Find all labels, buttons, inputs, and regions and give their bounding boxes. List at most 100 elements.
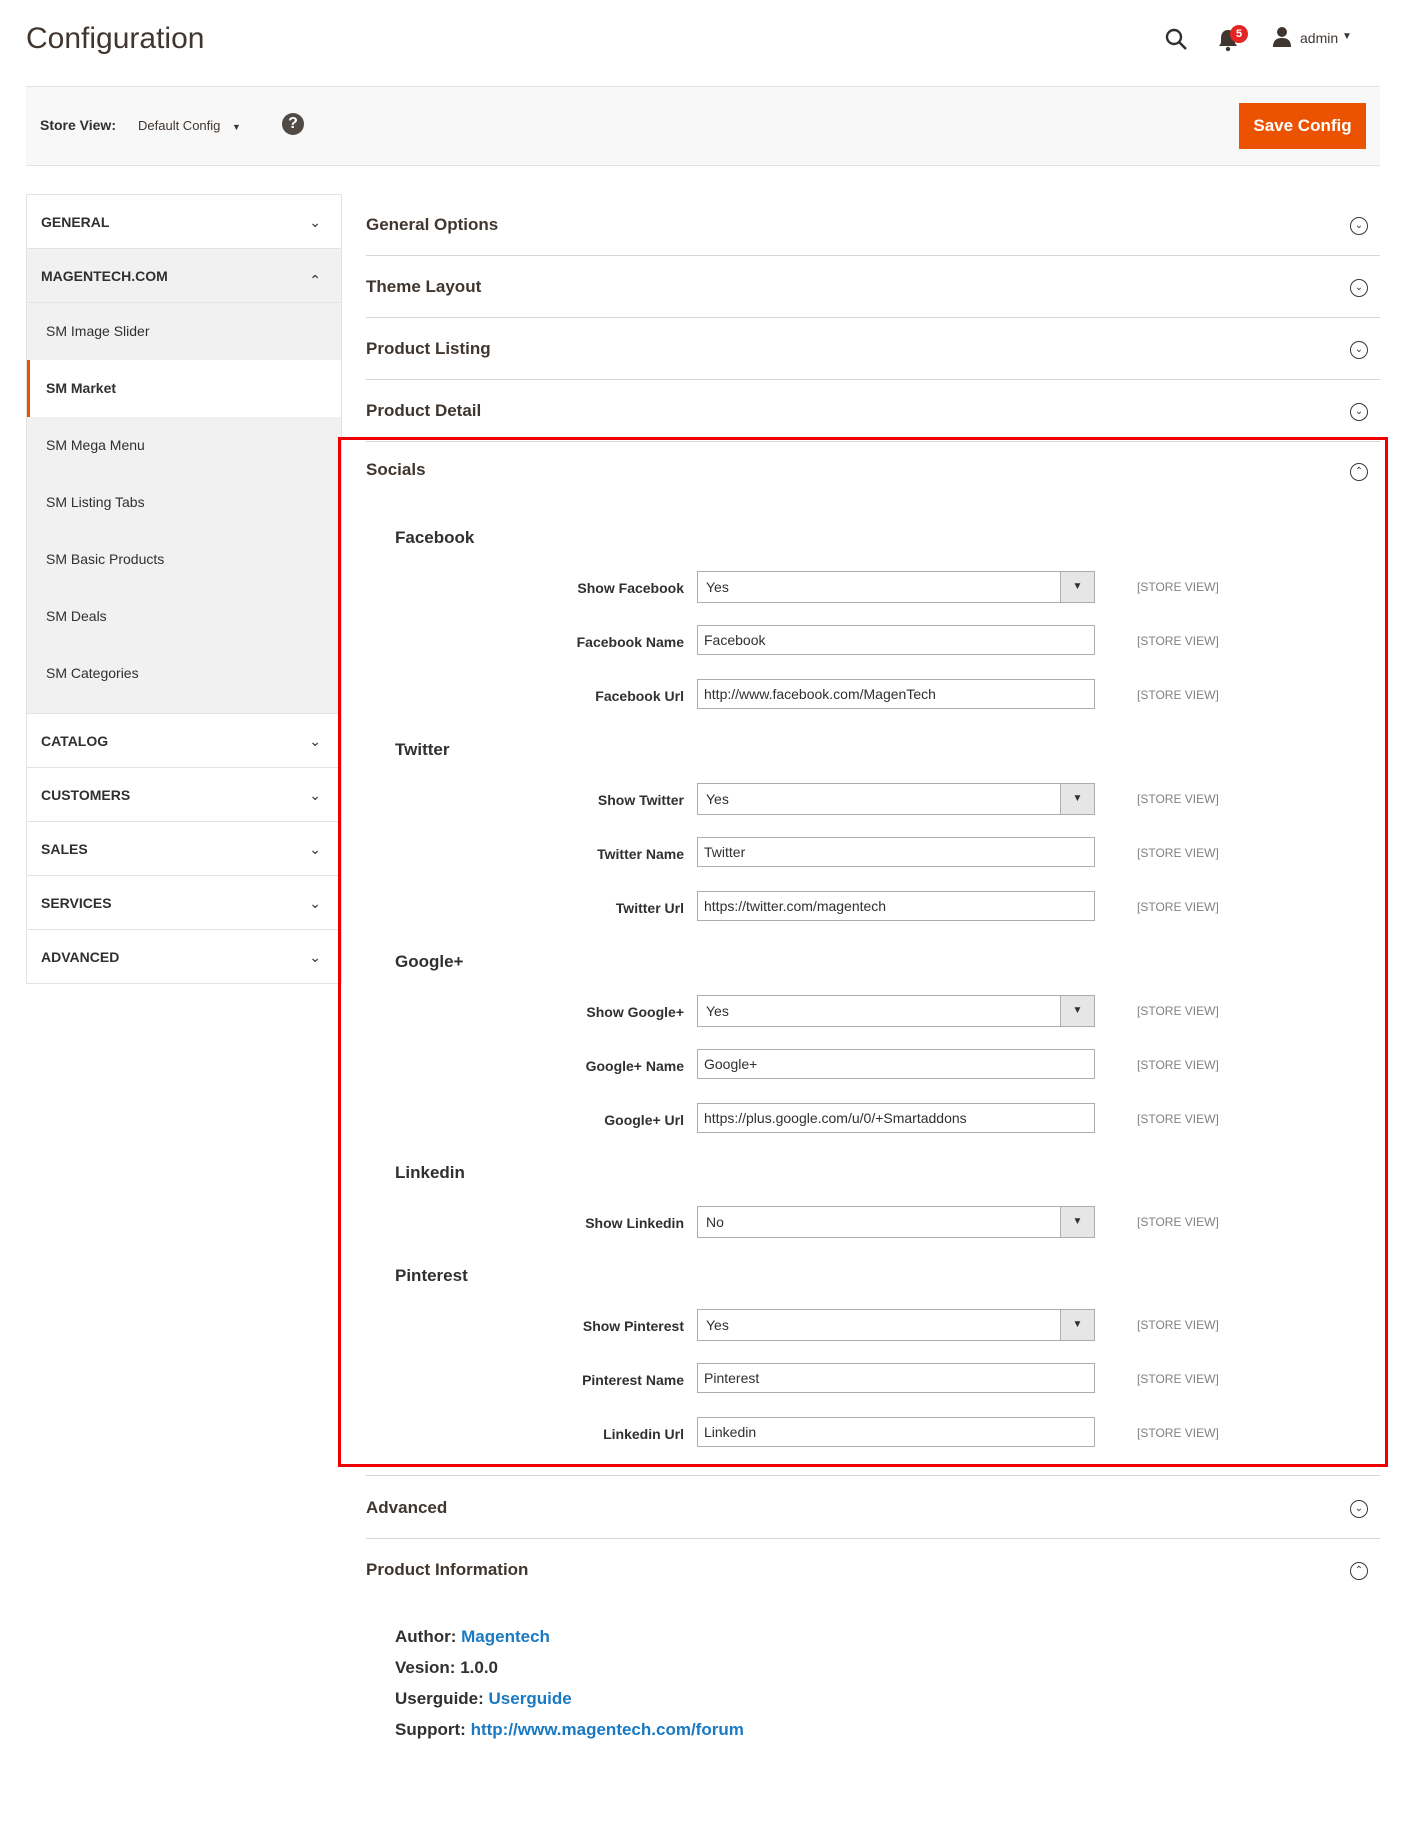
select-value: Yes bbox=[706, 1003, 729, 1019]
sidebar-section-services[interactable]: SERVICES ⌄ bbox=[27, 876, 341, 930]
group-title-linkedin: Linkedin bbox=[395, 1163, 465, 1182]
chevron-down-circle-icon: ⌄ bbox=[1350, 341, 1368, 359]
section-product-detail[interactable]: Product Detail ⌄ bbox=[366, 381, 1380, 442]
config-sidebar: GENERAL ⌄ MAGENTECH.COM ⌃ SM Image Slide… bbox=[26, 194, 342, 984]
group-title-pinterest: Pinterest bbox=[395, 1266, 468, 1285]
section-title: Product Listing bbox=[366, 339, 491, 358]
author-line: Author: Magentech bbox=[395, 1627, 550, 1647]
sidebar-item-label: SM Market bbox=[46, 380, 117, 396]
sidebar-section-label: SALES bbox=[41, 841, 88, 857]
caret-down-icon: ▼ bbox=[1060, 996, 1094, 1026]
section-product-listing[interactable]: Product Listing ⌄ bbox=[366, 319, 1380, 380]
caret-down-icon: ▼ bbox=[1060, 572, 1094, 602]
caret-down-icon: ▼ bbox=[1060, 1310, 1094, 1340]
chevron-down-icon: ⌄ bbox=[309, 733, 321, 749]
scope-label: [STORE VIEW] bbox=[1137, 1058, 1219, 1072]
support-link[interactable]: http://www.magentech.com/forum bbox=[471, 1720, 744, 1739]
sidebar-item-label: SM Categories bbox=[46, 665, 139, 681]
sidebar-item-sm-deals[interactable]: SM Deals bbox=[27, 588, 341, 645]
facebook-url-input[interactable]: http://www.facebook.com/MagenTech bbox=[697, 679, 1095, 709]
version-label: Vesion: bbox=[395, 1658, 456, 1677]
show-facebook-select[interactable]: Yes ▼ bbox=[697, 571, 1095, 603]
select-value: Yes bbox=[706, 791, 729, 807]
field-label: Show Google+ bbox=[586, 1004, 684, 1020]
userguide-label: Userguide: bbox=[395, 1689, 484, 1708]
field-label: Google+ Name bbox=[585, 1058, 684, 1074]
section-product-information[interactable]: Product Information ⌃ bbox=[366, 1540, 1380, 1600]
sidebar-section-catalog[interactable]: CATALOG ⌄ bbox=[27, 714, 341, 768]
user-icon[interactable] bbox=[1272, 26, 1292, 48]
support-line: Support: http://www.magentech.com/forum bbox=[395, 1720, 744, 1740]
sidebar-item-sm-image-slider[interactable]: SM Image Slider bbox=[27, 303, 341, 360]
show-google-plus-select[interactable]: Yes ▼ bbox=[697, 995, 1095, 1027]
chevron-down-icon: ⌄ bbox=[309, 214, 321, 230]
twitter-name-input[interactable]: Twitter bbox=[697, 837, 1095, 867]
scope-label: [STORE VIEW] bbox=[1137, 580, 1219, 594]
section-socials[interactable]: Socials ⌃ bbox=[366, 460, 1380, 486]
store-view-switcher[interactable]: Default Config ▼ bbox=[138, 118, 241, 133]
caret-down-icon: ▼ bbox=[1060, 1207, 1094, 1237]
show-twitter-select[interactable]: Yes ▼ bbox=[697, 783, 1095, 815]
page-title: Configuration bbox=[26, 22, 205, 55]
chevron-up-circle-icon: ⌃ bbox=[1350, 1562, 1368, 1580]
field-label: Facebook Url bbox=[595, 688, 684, 704]
field-label: Twitter Url bbox=[615, 900, 684, 916]
section-title: Product Detail bbox=[366, 401, 482, 420]
linkedin-url-input[interactable]: Linkedin bbox=[697, 1417, 1095, 1447]
sidebar-section-customers[interactable]: CUSTOMERS ⌄ bbox=[27, 768, 341, 822]
sidebar-item-sm-basic-products[interactable]: SM Basic Products bbox=[27, 531, 341, 588]
scope-label: [STORE VIEW] bbox=[1137, 900, 1219, 914]
field-label: Show Twitter bbox=[597, 792, 684, 808]
sidebar-item-sm-categories[interactable]: SM Categories bbox=[27, 645, 341, 714]
chevron-down-icon: ⌄ bbox=[309, 787, 321, 803]
sidebar-section-label: SERVICES bbox=[41, 895, 112, 911]
sidebar-section-label: CATALOG bbox=[41, 733, 109, 749]
caret-down-icon: ▼ bbox=[1060, 784, 1094, 814]
field-label: Show Facebook bbox=[577, 580, 684, 596]
sidebar-item-sm-mega-menu[interactable]: SM Mega Menu bbox=[27, 417, 341, 474]
author-link[interactable]: Magentech bbox=[461, 1627, 550, 1646]
section-title: Theme Layout bbox=[366, 277, 482, 296]
google-plus-url-input[interactable]: https://plus.google.com/u/0/+Smartaddons bbox=[697, 1103, 1095, 1133]
user-name[interactable]: admin bbox=[1300, 30, 1338, 46]
version-value: 1.0.0 bbox=[460, 1658, 499, 1677]
sidebar-section-magentech[interactable]: MAGENTECH.COM ⌃ bbox=[27, 249, 341, 303]
scope-label: [STORE VIEW] bbox=[1137, 1004, 1219, 1018]
sidebar-section-general[interactable]: GENERAL ⌄ bbox=[27, 195, 341, 249]
section-advanced[interactable]: Advanced ⌄ bbox=[366, 1478, 1380, 1539]
help-icon[interactable]: ? bbox=[282, 113, 304, 135]
store-view-label: Store View: bbox=[40, 117, 116, 133]
search-icon[interactable] bbox=[1164, 27, 1188, 51]
show-pinterest-select[interactable]: Yes ▼ bbox=[697, 1309, 1095, 1341]
field-label: Linkedin Url bbox=[603, 1426, 684, 1442]
sidebar-item-label: SM Mega Menu bbox=[46, 437, 145, 453]
store-view-toolbar: Store View: Default Config ▼ ? Save Conf… bbox=[26, 86, 1380, 166]
twitter-url-input[interactable]: https://twitter.com/magentech bbox=[697, 891, 1095, 921]
scope-label: [STORE VIEW] bbox=[1137, 792, 1219, 806]
field-label: Pinterest Name bbox=[582, 1372, 684, 1388]
scope-label: [STORE VIEW] bbox=[1137, 1318, 1219, 1332]
section-general-options[interactable]: General Options ⌄ bbox=[366, 195, 1380, 256]
pinterest-name-input[interactable]: Pinterest bbox=[697, 1363, 1095, 1393]
google-plus-name-input[interactable]: Google+ bbox=[697, 1049, 1095, 1079]
userguide-link[interactable]: Userguide bbox=[489, 1689, 572, 1708]
sidebar-section-label: ADVANCED bbox=[41, 949, 120, 965]
show-linkedin-select[interactable]: No ▼ bbox=[697, 1206, 1095, 1238]
group-title-facebook: Facebook bbox=[395, 528, 475, 547]
sidebar-item-sm-market[interactable]: SM Market bbox=[27, 360, 341, 417]
sidebar-item-label: SM Basic Products bbox=[46, 551, 165, 567]
chevron-down-circle-icon: ⌄ bbox=[1350, 279, 1368, 297]
field-label: Show Pinterest bbox=[582, 1318, 684, 1334]
sidebar-section-advanced[interactable]: ADVANCED ⌄ bbox=[27, 930, 341, 984]
save-config-button[interactable]: Save Config bbox=[1239, 103, 1366, 149]
group-title-google-plus: Google+ bbox=[395, 952, 464, 971]
field-label: Google+ Url bbox=[604, 1112, 684, 1128]
sidebar-section-sales[interactable]: SALES ⌄ bbox=[27, 822, 341, 876]
facebook-name-input[interactable]: Facebook bbox=[697, 625, 1095, 655]
sidebar-item-sm-listing-tabs[interactable]: SM Listing Tabs bbox=[27, 474, 341, 531]
section-theme-layout[interactable]: Theme Layout ⌄ bbox=[366, 257, 1380, 318]
scope-label: [STORE VIEW] bbox=[1137, 688, 1219, 702]
section-title: Socials bbox=[366, 460, 426, 479]
caret-down-icon[interactable]: ▼ bbox=[1342, 31, 1352, 42]
store-view-value: Default Config bbox=[138, 118, 221, 133]
